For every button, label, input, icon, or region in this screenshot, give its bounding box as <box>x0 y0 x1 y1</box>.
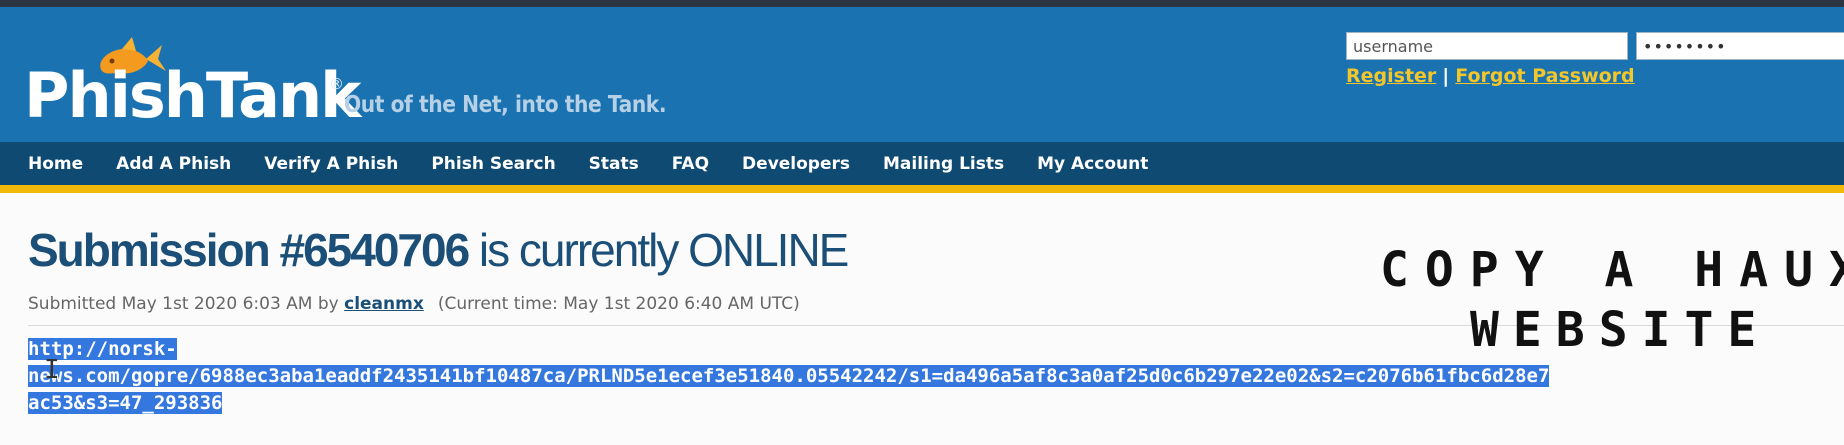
phishtank-logo[interactable]: PhishTank ® Out of the Net, into the Tan… <box>24 37 667 132</box>
text-cursor-icon: I <box>44 355 60 385</box>
logo-tagline: Out of the Net, into the Tank. <box>344 92 667 118</box>
browser-top-strip <box>0 0 1844 7</box>
nav-accent-bar <box>0 185 1844 193</box>
site-header: PhishTank ® Out of the Net, into the Tan… <box>0 7 1844 142</box>
main-nav: Home Add A Phish Verify A Phish Phish Se… <box>0 142 1844 185</box>
submitted-text: Submitted May 1st 2020 6:03 AM by <box>28 294 345 314</box>
nav-item-my-account[interactable]: My Account <box>1037 154 1148 174</box>
nav-item-mailing-lists[interactable]: Mailing Lists <box>883 154 1004 174</box>
submission-meta: Submitted May 1st 2020 6:03 AM by cleanm… <box>28 294 800 314</box>
submitter-link[interactable]: cleanmx <box>344 294 424 314</box>
nav-item-add-a-phish[interactable]: Add A Phish <box>116 154 231 174</box>
submission-number: Submission #6540706 <box>28 224 470 276</box>
url-line-2: news.com/gopre/6988ec3aba1eaddf2435141bf… <box>28 365 1550 387</box>
nav-item-phish-search[interactable]: Phish Search <box>431 154 555 174</box>
nav-item-verify-a-phish[interactable]: Verify A Phish <box>264 154 398 174</box>
forgot-password-link[interactable]: Forgot Password <box>1455 65 1634 87</box>
current-time: (Current time: May 1st 2020 6:40 AM UTC) <box>437 294 800 314</box>
register-link[interactable]: Register <box>1346 65 1436 87</box>
link-separator: | <box>1442 65 1450 87</box>
nav-item-stats[interactable]: Stats <box>589 154 639 174</box>
nav-item-faq[interactable]: FAQ <box>672 154 709 174</box>
url-line-3: ac53&s3=47_293836 <box>28 392 223 414</box>
overlay-caption-line-1: COPY A HAUX <box>1380 242 1844 298</box>
username-input[interactable] <box>1346 32 1628 60</box>
registered-mark: ® <box>329 75 344 93</box>
password-input[interactable] <box>1636 32 1844 60</box>
overlay-caption-line-2: WEBSITE <box>1470 302 1771 358</box>
login-form: Register |Forgot Password <box>1346 32 1844 92</box>
login-links: Register | Forgot Password <box>1346 65 1635 87</box>
nav-item-developers[interactable]: Developers <box>742 154 850 174</box>
nav-list: Home Add A Phish Verify A Phish Phish Se… <box>0 142 1844 185</box>
nav-item-home[interactable]: Home <box>28 154 83 174</box>
submission-status: is currently ONLINE <box>468 224 849 276</box>
page-title: Submission #6540706 is currently ONLINE <box>28 223 849 277</box>
logo-wordmark: PhishTank <box>24 59 361 132</box>
